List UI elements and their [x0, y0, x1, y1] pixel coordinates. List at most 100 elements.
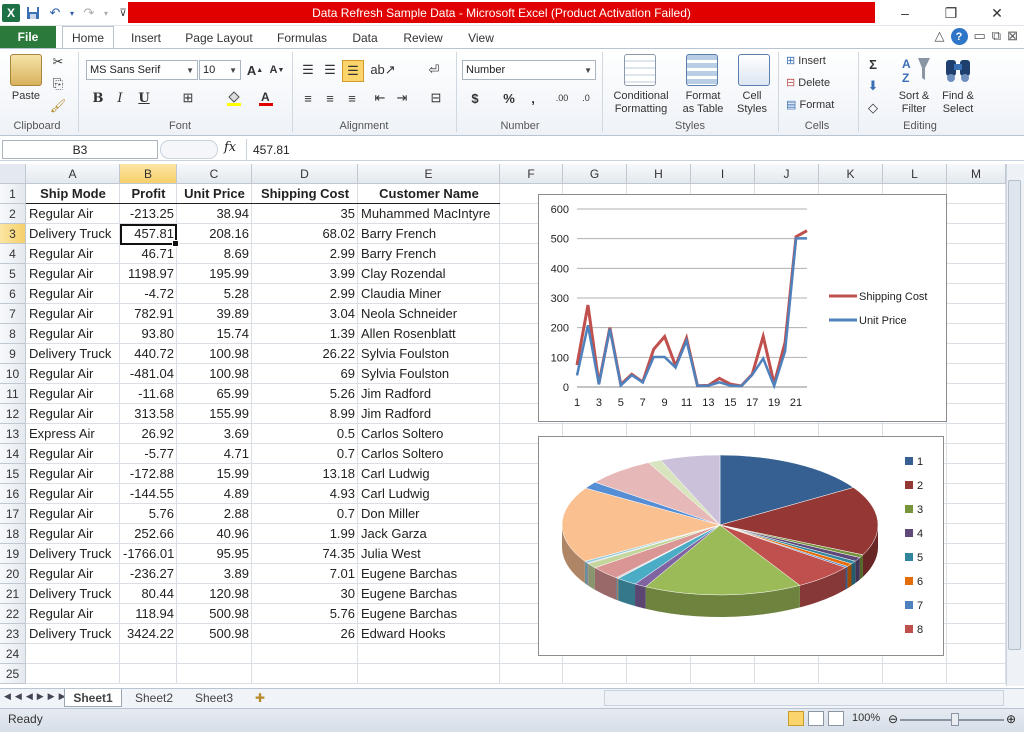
conditional-formatting-button[interactable]: Conditional Formatting: [606, 90, 676, 116]
table-cell[interactable]: Regular Air: [26, 324, 120, 344]
table-cell[interactable]: Regular Air: [26, 524, 120, 544]
cut-icon[interactable]: ✂: [50, 54, 66, 70]
table-cell[interactable]: Regular Air: [26, 284, 120, 304]
table-header-cell[interactable]: Unit Price: [177, 184, 252, 204]
tab-data[interactable]: Data: [342, 26, 388, 49]
row-header-1[interactable]: 1: [0, 184, 26, 204]
column-header-g[interactable]: G: [563, 164, 627, 184]
table-cell[interactable]: 3.04: [252, 304, 358, 324]
row-header-8[interactable]: 8: [0, 324, 26, 344]
column-header-k[interactable]: K: [819, 164, 883, 184]
sort-filter-icon[interactable]: AZ: [900, 54, 932, 86]
table-cell[interactable]: -172.88: [120, 464, 177, 484]
table-cell[interactable]: Carlos Soltero: [358, 424, 500, 444]
line-chart[interactable]: 0 100 200 300 400 500 600 1 3 5 7 9 11 13 15 17 19 21 Ship…: [538, 194, 947, 422]
formula-bar-expand-handle[interactable]: [160, 140, 218, 159]
table-cell[interactable]: Regular Air: [26, 204, 120, 224]
table-cell[interactable]: 4.89: [177, 484, 252, 504]
row-header-22[interactable]: 22: [0, 604, 26, 624]
table-cell[interactable]: 13.18: [252, 464, 358, 484]
pie-chart[interactable]: 1 2 3 4 5 6 7 8: [538, 436, 944, 656]
table-cell[interactable]: 69: [252, 364, 358, 384]
table-cell[interactable]: 40.96: [177, 524, 252, 544]
insert-cells-button[interactable]: ⊞ Insert: [786, 55, 848, 68]
font-color-icon[interactable]: A: [256, 89, 276, 107]
column-header-j[interactable]: J: [755, 164, 819, 184]
find-select-button[interactable]: Find & Select: [936, 90, 980, 116]
normal-view-icon[interactable]: [788, 711, 804, 726]
table-cell[interactable]: 65.99: [177, 384, 252, 404]
table-cell[interactable]: Carlos Soltero: [358, 444, 500, 464]
table-cell[interactable]: -11.68: [120, 384, 177, 404]
table-cell[interactable]: Regular Air: [26, 604, 120, 624]
table-cell[interactable]: 252.66: [120, 524, 177, 544]
table-cell[interactable]: 15.74: [177, 324, 252, 344]
table-cell[interactable]: Barry French: [358, 224, 500, 244]
row-header-18[interactable]: 18: [0, 524, 26, 544]
table-cell[interactable]: 15.99: [177, 464, 252, 484]
name-box[interactable]: B3: [2, 140, 158, 159]
table-header-cell[interactable]: Shipping Cost: [252, 184, 358, 204]
column-header-h[interactable]: H: [627, 164, 691, 184]
column-header-b[interactable]: B: [120, 164, 177, 184]
column-header-m[interactable]: M: [947, 164, 1006, 184]
table-cell[interactable]: 208.16: [177, 224, 252, 244]
undo-icon[interactable]: ↶: [46, 4, 64, 22]
table-cell[interactable]: 0.7: [252, 444, 358, 464]
workbook-restore-icon[interactable]: ⧉: [992, 28, 1001, 45]
table-cell[interactable]: 782.91: [120, 304, 177, 324]
table-header-cell[interactable]: Ship Mode: [26, 184, 120, 204]
close-button[interactable]: ✕: [974, 2, 1020, 24]
table-cell[interactable]: Sylvia Foulston: [358, 344, 500, 364]
table-cell[interactable]: Eugene Barchas: [358, 604, 500, 624]
table-cell[interactable]: 93.80: [120, 324, 177, 344]
table-cell[interactable]: Regular Air: [26, 364, 120, 384]
tab-insert[interactable]: Insert: [120, 26, 172, 49]
number-format-select[interactable]: Number ▼: [462, 60, 596, 80]
restore-button[interactable]: ❐: [928, 2, 974, 24]
table-cell[interactable]: 1.99: [252, 524, 358, 544]
table-cell[interactable]: Regular Air: [26, 484, 120, 504]
clear-icon[interactable]: ◇: [864, 99, 882, 117]
insert-function-icon[interactable]: fx: [224, 140, 236, 155]
table-cell[interactable]: Regular Air: [26, 444, 120, 464]
table-cell[interactable]: 5.28: [177, 284, 252, 304]
zoom-level[interactable]: 100%: [852, 712, 880, 724]
select-all-corner[interactable]: [0, 164, 26, 184]
table-cell[interactable]: 26: [252, 624, 358, 644]
increase-indent-icon[interactable]: ⇥: [392, 89, 412, 107]
merge-center-icon[interactable]: ⊟: [424, 89, 448, 107]
tab-review[interactable]: Review: [394, 26, 452, 49]
table-cell[interactable]: 46.71: [120, 244, 177, 264]
font-size-select[interactable]: 10 ▼: [199, 60, 241, 80]
minimize-ribbon-icon[interactable]: △: [935, 28, 945, 45]
table-cell[interactable]: Regular Air: [26, 304, 120, 324]
table-cell[interactable]: Express Air: [26, 424, 120, 444]
table-cell[interactable]: Allen Rosenblatt: [358, 324, 500, 344]
column-header-i[interactable]: I: [691, 164, 755, 184]
table-cell[interactable]: 155.99: [177, 404, 252, 424]
format-as-table-icon[interactable]: [686, 54, 718, 86]
copy-icon[interactable]: ⎘: [50, 76, 66, 92]
table-cell[interactable]: Delivery Truck: [26, 224, 120, 244]
shrink-font-icon[interactable]: A ▼: [268, 60, 286, 80]
table-cell[interactable]: 5.76: [252, 604, 358, 624]
table-cell[interactable]: 2.99: [252, 244, 358, 264]
table-cell[interactable]: 120.98: [177, 584, 252, 604]
autosum-icon[interactable]: Σ: [864, 55, 882, 73]
table-cell[interactable]: Neola Schneider: [358, 304, 500, 324]
table-cell[interactable]: 8.99: [252, 404, 358, 424]
horizontal-scrollbar[interactable]: [604, 690, 1004, 706]
row-header-10[interactable]: 10: [0, 364, 26, 384]
table-cell[interactable]: Regular Air: [26, 264, 120, 284]
paste-icon[interactable]: [10, 54, 42, 86]
table-cell[interactable]: 5.76: [120, 504, 177, 524]
row-header-21[interactable]: 21: [0, 584, 26, 604]
borders-icon[interactable]: ⊞: [178, 89, 198, 107]
table-cell[interactable]: 4.71: [177, 444, 252, 464]
fill-color-icon[interactable]: [224, 89, 244, 107]
column-header-e[interactable]: E: [358, 164, 500, 184]
table-cell[interactable]: Regular Air: [26, 464, 120, 484]
minimize-button[interactable]: –: [882, 2, 928, 24]
help-icon[interactable]: ?: [950, 28, 968, 45]
